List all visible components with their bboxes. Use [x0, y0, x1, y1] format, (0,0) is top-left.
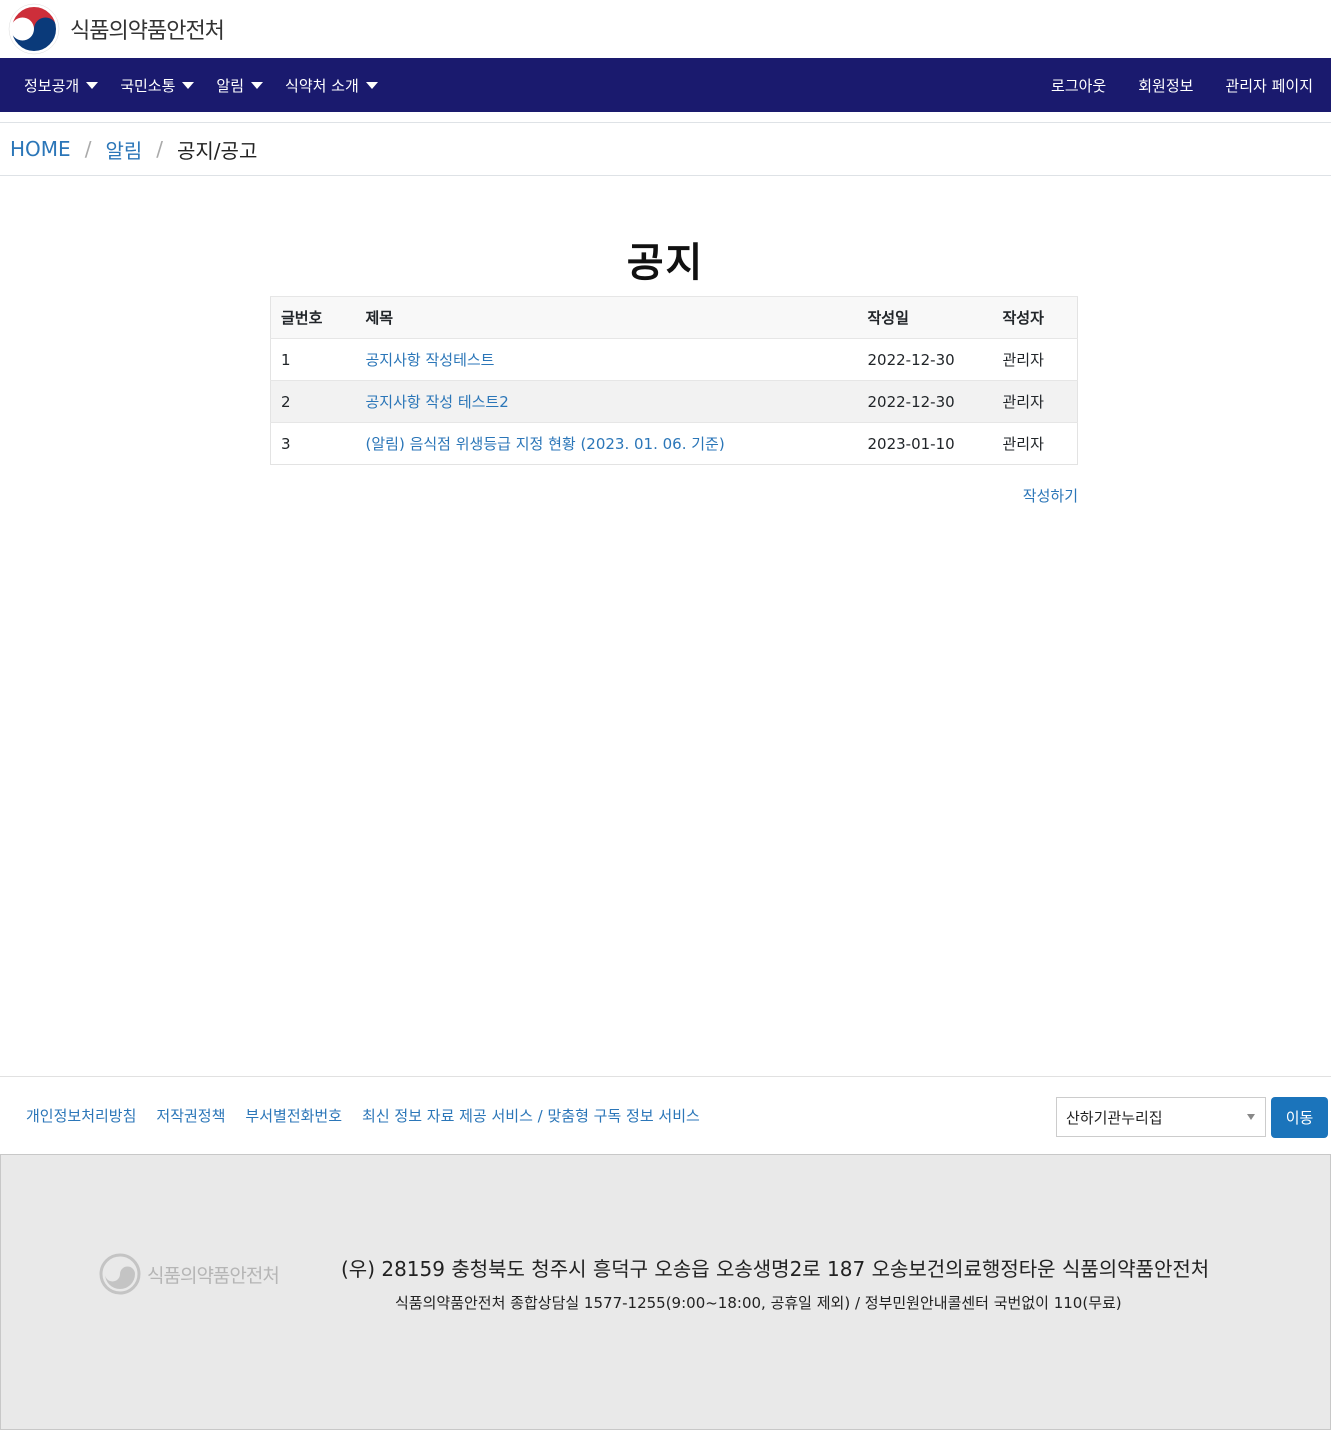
breadcrumb-section[interactable]: 알림	[105, 135, 142, 164]
copyright-policy-link[interactable]: 저작권정책	[156, 1105, 225, 1126]
footer-contact: 식품의약품안전처 종합상담실 1577-1255(9:00~18:00, 공휴일…	[395, 1294, 1122, 1312]
table-row: 1 공지사항 작성테스트 2022-12-30 관리자	[270, 338, 1078, 381]
row-title-link[interactable]: 공지사항 작성테스트	[366, 351, 495, 369]
write-action-area: 작성하기	[270, 485, 1078, 506]
nav-label: 정보공개	[24, 76, 80, 95]
row-author: 관리자	[992, 380, 1078, 423]
select-value: 산하기관누리집	[1066, 1108, 1163, 1127]
row-author: 관리자	[992, 422, 1078, 465]
row-title-link[interactable]: 공지사항 작성 테스트2	[366, 393, 509, 411]
table-row: 2 공지사항 작성 테스트2 2022-12-30 관리자	[270, 380, 1078, 423]
row-number: 3	[270, 422, 356, 465]
member-info-link[interactable]: 회원정보	[1128, 75, 1203, 96]
column-header-number: 글번호	[270, 296, 356, 339]
write-link[interactable]: 작성하기	[1023, 487, 1078, 505]
column-header-date: 작성일	[857, 296, 993, 339]
nav-label: 식약처 소개	[285, 76, 359, 95]
site-footer: 식품의약품안전처 (우) 28159 충청북도 청주시 흥덕구 오송읍 오송생명…	[0, 1154, 1331, 1430]
footer-links-bar: 개인정보처리방침 저작권정책 부서별전화번호 최신 정보 자료 제공 서비스 /…	[0, 1076, 1331, 1154]
row-title-cell: 공지사항 작성테스트	[355, 338, 858, 381]
footer-address: (우) 28159 충청북도 청주시 흥덕구 오송읍 오송생명2로 187 오송…	[341, 1257, 1210, 1281]
affiliated-sites-select[interactable]: 산하기관누리집	[1056, 1097, 1266, 1137]
site-header: 식품의약품안전처	[0, 0, 1331, 58]
notice-table: 글번호 제목 작성일 작성자 1 공지사항 작성테스트 2022-12-30 관…	[270, 296, 1078, 465]
brand-name: 식품의약품안전처	[70, 19, 225, 44]
row-title-cell: 공지사항 작성 테스트2	[355, 380, 858, 423]
footer-logo-text: 식품의약품안전처	[147, 1264, 280, 1287]
caret-down-icon	[86, 81, 99, 89]
row-author: 관리자	[992, 338, 1078, 381]
breadcrumb-separator: /	[84, 137, 92, 161]
row-date: 2022-12-30	[857, 338, 993, 381]
row-date: 2022-12-30	[857, 380, 993, 423]
footer-logo: 식품의약품안전처	[99, 1253, 280, 1295]
caret-down-icon	[182, 81, 195, 89]
privacy-policy-link[interactable]: 개인정보처리방침	[26, 1105, 136, 1126]
row-date: 2023-01-10	[857, 422, 993, 465]
column-header-title: 제목	[355, 296, 858, 339]
table-header-row: 글번호 제목 작성일 작성자	[270, 296, 1078, 339]
row-title-link[interactable]: (알림) 음식점 위생등급 지정 현황 (2023. 01. 06. 기준)	[366, 435, 725, 453]
breadcrumb-home[interactable]: HOME	[10, 137, 71, 161]
table-row: 3 (알림) 음식점 위생등급 지정 현황 (2023. 01. 06. 기준)…	[270, 422, 1078, 465]
nav-label: 국민소통	[120, 76, 176, 95]
department-phone-link[interactable]: 부서별전화번호	[245, 1105, 342, 1126]
main-navbar: 정보공개 국민소통 알림 식약처 소개 로그아웃 회원정보 관리자 페이지	[0, 58, 1331, 112]
breadcrumb-separator: /	[156, 137, 163, 161]
go-button[interactable]: 이동	[1271, 1097, 1328, 1138]
dropdown-arrow-icon	[1247, 1114, 1255, 1120]
row-title-cell: (알림) 음식점 위생등급 지정 현황 (2023. 01. 06. 기준)	[355, 422, 858, 465]
breadcrumb: HOME / 알림 / 공지/공고	[0, 122, 1331, 176]
nav-label: 알림	[216, 76, 245, 95]
nav-menu-notice[interactable]: 알림	[206, 75, 273, 96]
breadcrumb-current: 공지/공고	[177, 138, 258, 163]
column-header-author: 작성자	[992, 296, 1078, 339]
nav-menu-about[interactable]: 식약처 소개	[275, 75, 388, 96]
subscription-service-link[interactable]: 최신 정보 자료 제공 서비스 / 맞춤형 구독 정보 서비스	[362, 1105, 700, 1126]
page-title: 공지	[626, 240, 705, 286]
nav-menu-public-communication[interactable]: 국민소통	[110, 75, 204, 96]
admin-page-link[interactable]: 관리자 페이지	[1215, 75, 1323, 96]
row-number: 1	[270, 338, 356, 381]
caret-down-icon	[251, 81, 264, 89]
nav-menu-info-disclosure[interactable]: 정보공개	[14, 75, 108, 96]
korea-emblem-icon	[8, 3, 60, 55]
korea-emblem-icon	[99, 1253, 141, 1295]
logout-link[interactable]: 로그아웃	[1041, 75, 1116, 96]
row-number: 2	[270, 380, 356, 423]
brand-logo-link[interactable]: 식품의약품안전처	[8, 3, 225, 55]
caret-down-icon	[365, 81, 378, 89]
